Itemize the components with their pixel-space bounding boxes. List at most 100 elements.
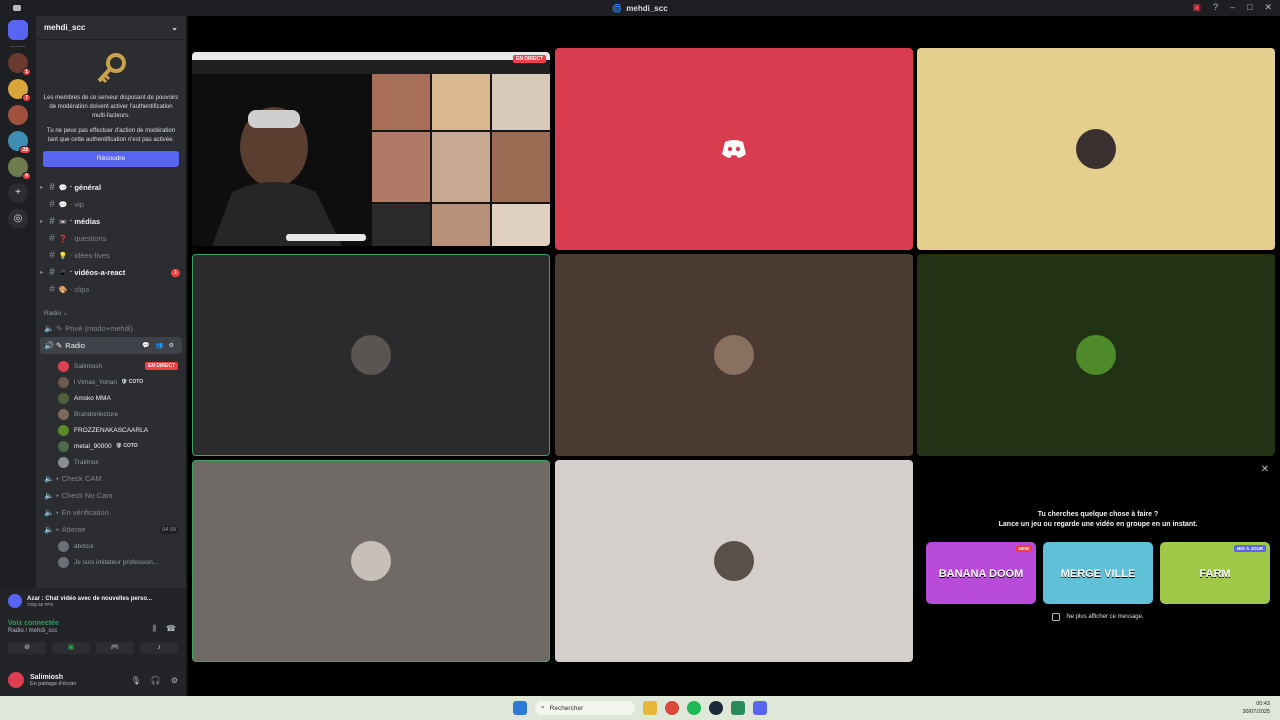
minimize-icon[interactable]: – <box>1230 2 1235 13</box>
voice-member[interactable]: abdoul <box>36 538 186 554</box>
steam-icon[interactable] <box>709 701 723 715</box>
xbox-icon[interactable] <box>731 701 745 715</box>
activity-suggestion: ✕ Tu cherches quelque chose à faire ? La… <box>917 460 1279 660</box>
server-icon[interactable]: 1 <box>8 53 31 76</box>
voice-channel[interactable]: 🔈 ▪ Check CAM <box>36 470 186 487</box>
speaker-icon: 🔈 <box>44 525 54 534</box>
voice-channel[interactable]: 🔈 ▪ Check No Cam <box>36 487 186 504</box>
headphones-icon[interactable]: 🎧 <box>151 676 161 685</box>
maximize-icon[interactable]: □ <box>1247 2 1252 13</box>
file-explorer-icon[interactable] <box>643 701 657 715</box>
chrome-icon[interactable] <box>665 701 679 715</box>
voice-member[interactable]: Traklnox <box>36 454 186 470</box>
add-server-icon[interactable]: + <box>8 183 28 203</box>
disconnect-icon[interactable]: ☎ <box>166 624 176 634</box>
text-channel[interactable]: ▸ # 📼 · médias <box>36 213 186 230</box>
separator-dot: · <box>70 201 73 208</box>
avatar <box>714 335 754 375</box>
voice-channel[interactable]: 🔈 ▪ Attente 04 99 <box>36 521 186 538</box>
separator-dot: · <box>70 184 73 191</box>
participant-tile[interactable] <box>192 460 550 662</box>
taskbar-search[interactable]: ⌕ Rechercher <box>535 701 635 715</box>
server-icon[interactable] <box>8 105 28 125</box>
close-icon[interactable]: ✕ <box>1264 2 1272 13</box>
screen-share-button[interactable]: ▣ <box>52 642 90 654</box>
voice-member[interactable]: Je suis imitateur profession... <box>36 554 186 570</box>
channel-actions[interactable]: 💬 👥 ⚙ <box>142 342 176 349</box>
stream-tile[interactable]: EN DIRECT <box>192 52 550 246</box>
discover-icon[interactable]: ◎ <box>8 209 28 229</box>
text-channel[interactable]: # ❓ · questions <box>36 230 186 247</box>
channel-label: clips <box>74 285 90 294</box>
activity-card[interactable]: FARM MIS À JOUR <box>1160 542 1270 604</box>
mic-icon[interactable]: 🎙 <box>131 676 141 685</box>
server-mini-icon: 🌀 <box>612 3 623 13</box>
avatar[interactable] <box>8 672 24 688</box>
windows-start-icon[interactable] <box>513 701 527 715</box>
text-channel[interactable]: # 💡 · idées-lives <box>36 247 186 264</box>
voice-member[interactable]: Amsko MMA <box>36 390 186 406</box>
text-channel[interactable]: ▸ # 💬 · général <box>36 179 186 196</box>
text-channel[interactable]: # 🎨 · clips <box>36 281 186 298</box>
avatar <box>351 541 391 581</box>
discord-taskbar-icon[interactable] <box>753 701 767 715</box>
server-header[interactable]: mehdi_scc ⌄ <box>36 16 186 40</box>
soundboard-button[interactable]: ♪ <box>140 642 178 654</box>
mfa-text-2: Tu ne peux pas effectuer d'action de mod… <box>46 128 176 143</box>
member-name: Salimiosh <box>74 362 103 370</box>
user-status: En partage d'écran <box>30 680 77 687</box>
taskbar-clock[interactable]: 00:43 30/07/2025 <box>1242 700 1270 716</box>
avatar <box>58 376 69 388</box>
voice-channel-radio[interactable]: 🔊 ✎ Radio 💬 👥 ⚙ <box>40 337 182 354</box>
activity-card[interactable]: BANANA DOOM NEW <box>926 542 1036 604</box>
channel-emoji: 💡 <box>58 252 68 260</box>
participant-tile[interactable] <box>917 254 1275 456</box>
server-icon[interactable]: 28 <box>8 131 31 154</box>
voice-channel[interactable]: 🔈 ▪ En vérification <box>36 504 186 521</box>
user-limit: 04 99 <box>160 525 178 534</box>
voice-member[interactable]: Brandonlecture <box>36 406 186 422</box>
chevron-down-icon: ⌄ <box>171 23 178 32</box>
voice-member[interactable]: Salimiosh EN DIRECT <box>36 358 186 374</box>
window-title: mehdi_scc <box>626 3 668 13</box>
noise-suppression-icon[interactable]: ⫼ <box>152 624 156 634</box>
category-radio[interactable]: Radio ⌄ <box>36 306 186 320</box>
server-icon[interactable]: 4 <box>8 157 31 180</box>
voice-channel-prive[interactable]: 🔈 ✎ Privé (modo+mehdi) <box>36 320 186 337</box>
spotify-icon[interactable] <box>687 701 701 715</box>
server-name: mehdi_scc <box>44 23 86 32</box>
member-name: l Vimax_Yohan <box>74 378 118 386</box>
activity-card[interactable]: MERGE VILLE <box>1043 542 1153 604</box>
stream-preview <box>192 52 550 246</box>
text-channel[interactable]: # 💬 · vip <box>36 196 186 213</box>
activity-button[interactable]: 🎮 <box>96 642 134 654</box>
suggest-subtitle: Lance un jeu ou regarde une vidéo en gro… <box>998 521 1198 528</box>
voice-member[interactable]: metal_90000 🛡 COTO <box>36 438 186 454</box>
help-icon[interactable]: ? <box>1213 2 1218 13</box>
activity-bar[interactable]: Azar : Chat vidéo avec de nouvelles pers… <box>0 588 186 614</box>
user-panel: Salimiosh En partage d'écran 🎙 🎧 ⚙ <box>0 664 186 696</box>
participant-tile[interactable] <box>555 460 913 662</box>
text-channel[interactable]: ▸ # 📱 · vidéos-a-react 1 <box>36 264 186 281</box>
inbox-icon[interactable]: ▣ <box>1192 2 1201 13</box>
close-icon[interactable]: ✕ <box>1261 464 1269 475</box>
server-icon[interactable]: 7 <box>8 79 31 102</box>
resolve-button[interactable]: Résoudre <box>43 151 179 167</box>
dont-show-checkbox[interactable] <box>1052 613 1061 621</box>
gear-icon[interactable]: ⚙ <box>171 676 178 685</box>
voice-member[interactable]: FROZZENAKASCAARLA <box>36 422 186 438</box>
channel-label: idées-lives <box>74 251 110 260</box>
participant-tile[interactable] <box>192 254 550 456</box>
channel-emoji: ▪ <box>56 474 59 483</box>
home-server-icon[interactable] <box>8 20 28 40</box>
participant-tile[interactable] <box>917 48 1275 250</box>
activity-card-badge: NEW <box>1015 545 1032 552</box>
participant-tile[interactable] <box>555 48 913 250</box>
separator-dot: · <box>70 252 73 259</box>
camera-button[interactable]: ⊘ <box>8 642 46 654</box>
clock-time: 00:43 <box>1256 701 1270 707</box>
avatar <box>1076 129 1116 169</box>
activity-card-title: FARM <box>1199 568 1231 580</box>
participant-tile[interactable] <box>555 254 913 456</box>
voice-member[interactable]: l Vimax_Yohan 🛡 COTO <box>36 374 186 390</box>
